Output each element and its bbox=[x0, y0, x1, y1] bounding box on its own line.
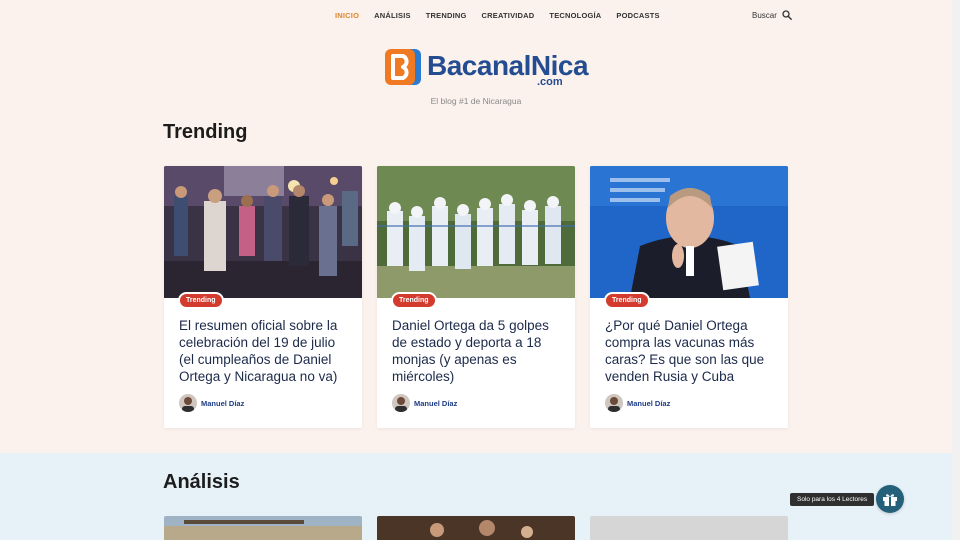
avatar bbox=[605, 394, 623, 412]
nav-item-podcasts[interactable]: PODCASTS bbox=[616, 12, 659, 20]
article-image[interactable] bbox=[377, 516, 575, 540]
nav-item-creatividad[interactable]: CREATIVIDAD bbox=[482, 12, 535, 20]
section-title-trending: Trending bbox=[163, 121, 248, 143]
widget-tooltip: Solo para los 4 Lectores bbox=[790, 493, 875, 506]
article-title[interactable]: ¿Por qué Daniel Ortega compra las vacuna… bbox=[605, 317, 777, 385]
search-label: Buscar bbox=[752, 10, 777, 20]
article-card[interactable]: Trending ¿Por qué Daniel Ortega compra l… bbox=[590, 166, 788, 428]
article-title[interactable]: El resumen oficial sobre la celebración … bbox=[179, 317, 351, 385]
logo-domain: .com bbox=[537, 76, 563, 88]
article-image[interactable] bbox=[164, 166, 362, 298]
author-name: Manuel Díaz bbox=[627, 398, 671, 408]
article-image[interactable] bbox=[377, 166, 575, 298]
site-logo[interactable]: BacanalNica .com bbox=[385, 47, 589, 89]
author-link[interactable]: Manuel Díaz bbox=[392, 394, 457, 412]
site-tagline: El blog #1 de Nicaragua bbox=[430, 96, 522, 106]
article-image-placeholder[interactable] bbox=[590, 516, 788, 540]
logo-b-icon bbox=[385, 49, 421, 85]
article-card[interactable]: Trending El resumen oficial sobre la cel… bbox=[164, 166, 362, 428]
search-icon bbox=[782, 10, 792, 20]
category-badge[interactable]: Trending bbox=[391, 292, 437, 309]
search-button[interactable]: Buscar bbox=[752, 10, 792, 20]
gift-icon bbox=[883, 494, 897, 506]
avatar bbox=[179, 394, 197, 412]
author-link[interactable]: Manuel Díaz bbox=[605, 394, 670, 412]
article-image[interactable] bbox=[164, 516, 362, 540]
section-title-analisis: Análisis bbox=[163, 471, 240, 493]
top-nav: INICIO ANÁLISIS TRENDING CREATIVIDAD TEC… bbox=[0, 0, 952, 32]
article-title[interactable]: Daniel Ortega da 5 golpes de estado y de… bbox=[392, 317, 564, 385]
avatar bbox=[392, 394, 410, 412]
article-image[interactable] bbox=[590, 166, 788, 298]
nav-item-tecnologia[interactable]: TECNOLOGÍA bbox=[549, 12, 601, 20]
nav-item-trending[interactable]: TRENDING bbox=[426, 12, 467, 20]
author-name: Manuel Díaz bbox=[201, 398, 245, 408]
nav-item-analisis[interactable]: ANÁLISIS bbox=[374, 12, 411, 20]
scrollbar[interactable] bbox=[952, 0, 960, 540]
author-link[interactable]: Manuel Díaz bbox=[179, 394, 244, 412]
category-badge[interactable]: Trending bbox=[178, 292, 224, 309]
article-card[interactable]: Trending Daniel Ortega da 5 golpes de es… bbox=[377, 166, 575, 428]
author-name: Manuel Díaz bbox=[414, 398, 458, 408]
gift-button[interactable] bbox=[876, 485, 904, 513]
logo-wordmark: BacanalNica bbox=[427, 50, 589, 81]
category-badge[interactable]: Trending bbox=[604, 292, 650, 309]
nav-menu: INICIO ANÁLISIS TRENDING CREATIVIDAD TEC… bbox=[335, 12, 675, 20]
nav-item-inicio[interactable]: INICIO bbox=[335, 12, 359, 20]
